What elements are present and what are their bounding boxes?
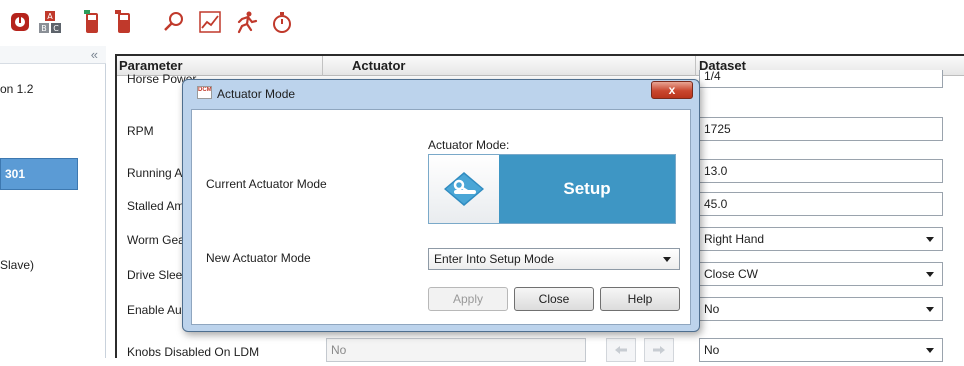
mode-tile-icon-area bbox=[429, 155, 499, 223]
transmitter-disconnect-icon[interactable] bbox=[110, 8, 138, 36]
parameter-name: Enable Aux bbox=[127, 303, 188, 317]
close-icon[interactable]: x bbox=[651, 81, 693, 99]
dataset-value-field[interactable]: 45.0 bbox=[699, 192, 943, 216]
dataset-value-field[interactable]: 1/4 bbox=[699, 70, 943, 88]
navigation-panel: « on 1.2 301 Slave) bbox=[0, 46, 106, 358]
nav-version-text: on 1.2 bbox=[0, 82, 34, 96]
parameter-name: RPM bbox=[127, 124, 154, 138]
stopwatch-icon[interactable] bbox=[268, 8, 296, 36]
app-logo-icon: DCM bbox=[197, 86, 212, 99]
parameter-name: Worm Gear bbox=[127, 233, 189, 247]
current-mode-label: Current Actuator Mode bbox=[206, 177, 327, 191]
dataset-value-field[interactable]: 13.0 bbox=[699, 159, 943, 183]
nav-selected-item[interactable]: 301 bbox=[0, 158, 78, 190]
svg-text:A: A bbox=[47, 12, 53, 21]
setup-mode-icon bbox=[444, 172, 484, 206]
help-button[interactable]: Help bbox=[600, 287, 680, 311]
table-row: Knobs Disabled On LDM No No bbox=[117, 332, 964, 366]
module-a-b-c-icon[interactable]: ABC bbox=[36, 8, 64, 36]
close-button[interactable]: Close bbox=[514, 287, 594, 311]
parameter-name: Knobs Disabled On LDM bbox=[127, 345, 260, 359]
dialog-title: Actuator Mode bbox=[217, 87, 296, 101]
current-mode-tile: Setup bbox=[428, 154, 676, 224]
dataset-dropdown[interactable]: Right Hand bbox=[699, 227, 943, 251]
actuator-mode-dialog: DCM Actuator Mode x Current Actuator Mod… bbox=[182, 79, 700, 332]
new-mode-dropdown[interactable]: Enter Into Setup Mode bbox=[428, 248, 680, 270]
current-mode-value: Setup bbox=[499, 155, 675, 223]
dataset-dropdown[interactable]: No bbox=[699, 338, 943, 362]
panel-header: « bbox=[0, 46, 106, 64]
copy-right-arrow-icon[interactable] bbox=[644, 338, 674, 362]
dataset-value-field[interactable]: 1725 bbox=[699, 117, 943, 141]
dialog-titlebar[interactable]: DCM Actuator Mode x bbox=[183, 80, 699, 108]
trend-chart-icon[interactable] bbox=[196, 8, 224, 36]
svg-text:C: C bbox=[53, 24, 59, 33]
mode-heading: Actuator Mode: bbox=[428, 138, 510, 152]
dataset-dropdown[interactable]: No bbox=[699, 297, 943, 321]
transmitter-connect-icon[interactable] bbox=[78, 8, 106, 36]
svg-text:B: B bbox=[41, 24, 47, 33]
dialog-content: Current Actuator Mode Actuator Mode: Set… bbox=[191, 109, 691, 325]
new-mode-label: New Actuator Mode bbox=[206, 251, 311, 265]
toolbar: ABC bbox=[0, 0, 964, 46]
actuator-value-field: No bbox=[326, 338, 586, 362]
search-icon[interactable] bbox=[160, 8, 188, 36]
apply-button[interactable]: Apply bbox=[428, 287, 508, 311]
collapse-panel-icon[interactable]: « bbox=[91, 47, 98, 62]
actuator-status-icon[interactable] bbox=[6, 8, 34, 36]
nav-slave-text: Slave) bbox=[0, 258, 35, 272]
dataset-dropdown[interactable]: Close CW bbox=[699, 262, 943, 286]
running-man-icon[interactable] bbox=[232, 8, 260, 36]
copy-left-arrow-icon[interactable] bbox=[606, 338, 636, 362]
